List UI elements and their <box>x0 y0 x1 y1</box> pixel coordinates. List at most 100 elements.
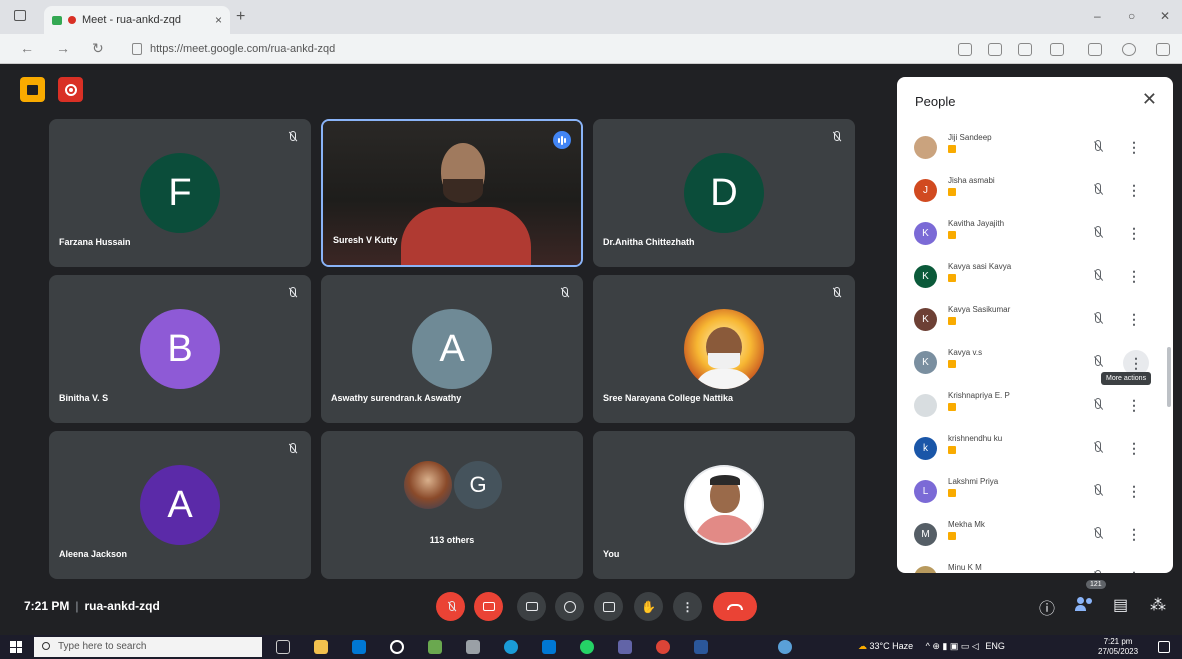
tab-actions-icon[interactable] <box>14 10 26 21</box>
recording-icon[interactable] <box>58 77 83 102</box>
address-bar-row: ← → ↻ https://meet.google.com/rua-ankd-z… <box>0 34 1182 64</box>
task-view-icon[interactable] <box>276 640 290 654</box>
edge-icon[interactable] <box>504 640 518 654</box>
app-icon[interactable] <box>778 640 792 654</box>
participant-row[interactable]: Krishnapriya E. P ⋮ <box>897 385 1157 428</box>
more-actions-icon[interactable]: ⋮ <box>1127 139 1141 156</box>
extensions-icon[interactable] <box>1156 43 1170 56</box>
mic-off-icon[interactable] <box>1092 441 1104 455</box>
participant-row[interactable]: K Kavya Sasikumar ⋮ <box>897 299 1157 342</box>
present-button[interactable] <box>594 592 623 621</box>
scrollbar[interactable] <box>1167 347 1171 407</box>
back-icon[interactable]: ← <box>20 40 34 56</box>
mic-off-icon[interactable] <box>1092 269 1104 283</box>
forward-icon[interactable]: → <box>56 40 70 56</box>
read-aloud-icon[interactable] <box>988 43 1002 56</box>
speaking-indicator-icon <box>553 131 571 149</box>
participant-tile[interactable]: Sree Narayana College Nattika <box>593 275 855 423</box>
mic-off-icon <box>287 443 297 455</box>
activities-icon[interactable]: ⁂ <box>1150 595 1166 615</box>
new-tab-button[interactable]: + <box>236 8 245 26</box>
reload-icon[interactable]: ↻ <box>92 40 104 57</box>
people-icon[interactable] <box>1075 597 1095 611</box>
participant-tile[interactable]: F Farzana Hussain <box>49 119 311 267</box>
app-icon[interactable] <box>428 640 442 654</box>
mic-off-icon[interactable] <box>1092 398 1104 412</box>
whatsapp-icon[interactable] <box>580 640 594 654</box>
participant-tile-active-speaker[interactable]: Suresh V Kutty <box>321 119 583 267</box>
minimize-button[interactable]: ‒ <box>1094 9 1101 23</box>
mic-off-icon[interactable] <box>1092 140 1104 154</box>
more-actions-icon[interactable]: ⋮ <box>1127 440 1141 457</box>
more-actions-icon[interactable]: ⋮ <box>1127 569 1141 573</box>
raise-hand-button[interactable]: ✋ <box>634 592 663 621</box>
file-explorer-icon[interactable] <box>314 640 328 654</box>
participant-row[interactable]: J Jisha asmabi ⋮ <box>897 170 1157 213</box>
self-tile[interactable]: You <box>593 431 855 579</box>
chat-icon[interactable]: ▤ <box>1113 595 1128 615</box>
participant-row[interactable]: K Kavitha Jayajith ⋮ <box>897 213 1157 256</box>
more-actions-icon[interactable]: ⋮ <box>1127 311 1141 328</box>
reactions-button[interactable] <box>555 592 584 621</box>
maximize-button[interactable]: ○ <box>1128 9 1135 23</box>
mic-off-icon[interactable] <box>1092 355 1104 369</box>
app-icon[interactable] <box>466 640 480 654</box>
dropbox-icon[interactable] <box>352 640 366 654</box>
mic-toggle-button[interactable] <box>436 592 465 621</box>
close-window-button[interactable]: ✕ <box>1160 9 1170 23</box>
host-controls-icon[interactable] <box>20 77 45 102</box>
participant-row[interactable]: L Lakshmi Priya ⋮ <box>897 471 1157 514</box>
collections-icon[interactable] <box>1088 43 1102 56</box>
camera-toggle-button[interactable] <box>474 592 503 621</box>
participant-row[interactable]: K Kavya sasi Kavya ⋮ <box>897 256 1157 299</box>
others-tile[interactable]: G 113 others <box>321 431 583 579</box>
tab-close-button[interactable]: × <box>215 13 222 27</box>
more-actions-icon[interactable]: ⋮ <box>1127 182 1141 199</box>
participant-tile[interactable]: B Binitha V. S <box>49 275 311 423</box>
more-actions-icon[interactable]: ⋮ <box>1127 483 1141 500</box>
app-available-icon[interactable] <box>958 43 972 56</box>
meeting-details-icon[interactable]: ⓘ <box>1039 595 1055 619</box>
windows-start-icon[interactable] <box>10 641 22 653</box>
taskbar-search[interactable]: Type here to search <box>34 637 262 657</box>
notifications-icon[interactable] <box>1158 641 1170 653</box>
tray-icons[interactable]: ^ ⊕ ▮ ▣ ▭ ◁ <box>926 641 979 651</box>
participant-row[interactable]: M Mekha Mk ⋮ <box>897 514 1157 557</box>
participant-avatar: K <box>914 265 937 288</box>
avatar: G <box>454 461 502 509</box>
mic-off-icon[interactable] <box>1092 226 1104 240</box>
leave-call-button[interactable] <box>713 592 757 621</box>
more-options-button[interactable]: ⋮ <box>673 592 702 621</box>
more-actions-icon[interactable]: ⋮ <box>1127 526 1141 543</box>
profile-icon[interactable] <box>1122 43 1136 56</box>
address-bar[interactable]: https://meet.google.com/rua-ankd-zqd <box>128 39 938 59</box>
word-icon[interactable] <box>694 640 708 654</box>
mic-off-icon[interactable] <box>1092 484 1104 498</box>
mail-icon[interactable] <box>542 640 556 654</box>
captions-icon <box>525 602 538 611</box>
more-actions-icon[interactable]: ⋮ <box>1127 225 1141 242</box>
chrome-icon[interactable] <box>656 640 670 654</box>
participant-tile[interactable]: D Dr.Anitha Chittezhath <box>593 119 855 267</box>
mic-off-icon[interactable] <box>1092 183 1104 197</box>
participant-tile[interactable]: A Aswathy surendran.k Aswathy <box>321 275 583 423</box>
app-icon[interactable] <box>390 640 404 654</box>
favorites-icon[interactable] <box>1050 43 1064 56</box>
more-actions-icon[interactable]: ⋮ <box>1127 397 1141 414</box>
favorite-icon[interactable] <box>1018 43 1032 56</box>
captions-button[interactable] <box>517 592 546 621</box>
participant-tile[interactable]: A Aleena Jackson <box>49 431 311 579</box>
app-icon[interactable] <box>618 640 632 654</box>
mic-off-icon[interactable] <box>1092 312 1104 326</box>
language-indicator[interactable]: ENG <box>985 641 1005 651</box>
more-actions-icon[interactable]: ⋮ <box>1127 268 1141 285</box>
mic-off-icon[interactable] <box>1092 527 1104 541</box>
browser-tab[interactable]: Meet - rua-ankd-zqd × <box>44 6 230 34</box>
clock[interactable]: 7:21 pm 27/05/2023 <box>1098 637 1138 657</box>
close-panel-button[interactable]: ✕ <box>1142 89 1157 110</box>
participant-row[interactable]: Minu K M ⋮ <box>897 557 1157 573</box>
mic-off-icon[interactable] <box>1092 570 1104 573</box>
separator: | <box>75 599 79 613</box>
participant-row[interactable]: k krishnendhu ku ⋮ <box>897 428 1157 471</box>
participant-row[interactable]: Jiji Sandeep ⋮ <box>897 127 1157 170</box>
